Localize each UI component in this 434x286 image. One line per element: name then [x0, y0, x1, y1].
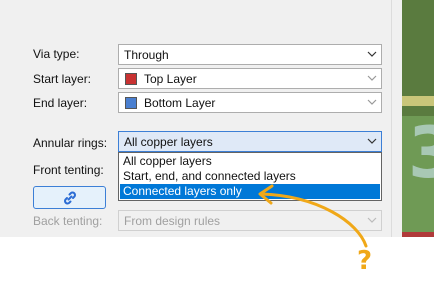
annotation-question-mark: ?	[357, 246, 373, 276]
annotation-arrow-icon	[258, 184, 368, 248]
